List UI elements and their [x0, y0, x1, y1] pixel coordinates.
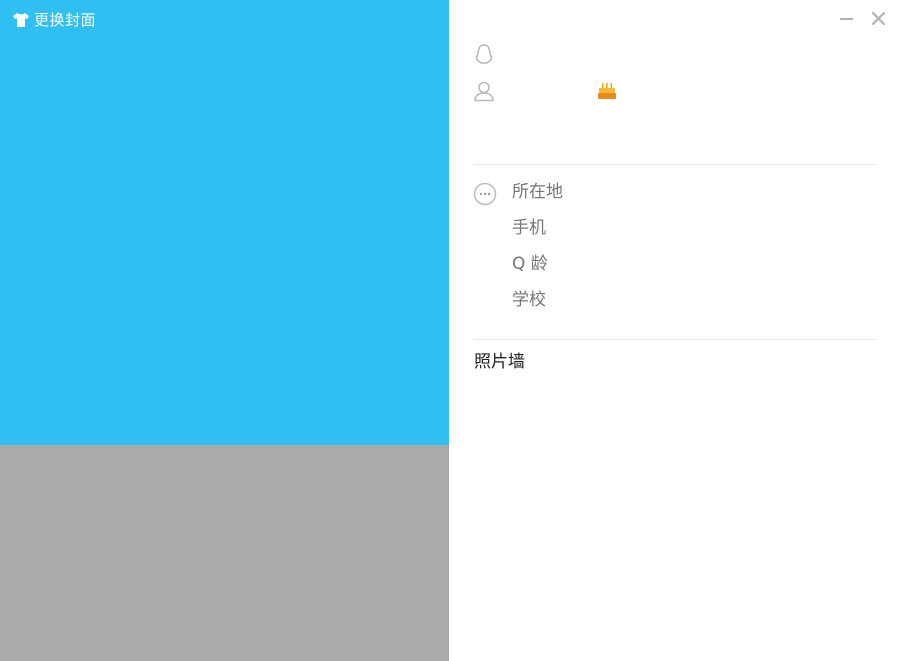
photo-wall-title: 照片墙 [474, 352, 525, 372]
close-icon[interactable] [870, 10, 888, 28]
cover-panel: 更换封面 [0, 0, 449, 661]
qq-penguin-icon [473, 43, 495, 65]
q-age-label: Q 龄 [512, 254, 548, 274]
divider [474, 339, 876, 340]
user-icon [473, 80, 495, 102]
profile-window: 更换封面 所在地 手机 Q 龄 学校 照片墙 [0, 0, 898, 661]
school-label: 学校 [512, 290, 546, 310]
cover-image [0, 0, 449, 445]
location-label: 所在地 [512, 182, 563, 202]
birthday-cake-icon [597, 82, 617, 100]
change-cover-label: 更换封面 [34, 11, 97, 29]
divider [474, 164, 876, 165]
shirt-icon [12, 12, 30, 28]
cover-lower-area [0, 445, 449, 661]
phone-label: 手机 [512, 218, 546, 238]
more-icon[interactable] [473, 182, 497, 206]
info-panel: 所在地 手机 Q 龄 学校 照片墙 [449, 0, 898, 661]
minimize-icon[interactable] [838, 10, 856, 28]
change-cover-button[interactable]: 更换封面 [12, 10, 96, 30]
